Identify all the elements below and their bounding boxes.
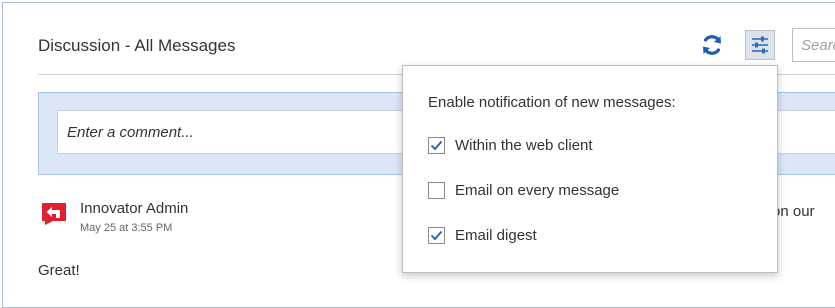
option-label: Email digest [455,226,537,244]
search-input[interactable] [792,28,835,62]
message-timestamp: May 25 at 3:55 PM [80,222,173,234]
option-within-web-client[interactable]: Within the web client [428,134,593,156]
page-title: Discussion - All Messages [38,36,236,55]
message-author: Innovator Admin [80,200,189,217]
checkbox-email-every-message[interactable] [428,181,445,199]
option-email-digest[interactable]: Email digest [428,224,537,246]
reply-arrow-icon [42,203,66,225]
notification-settings-popup: Enable notification of new messages: Wit… [402,65,778,273]
check-icon [430,230,443,240]
option-label: Email on every message [455,181,620,199]
message-overflow-text: on our [772,203,815,220]
popup-heading: Enable notification of new messages: [428,94,676,111]
option-email-every-message[interactable]: Email on every message [428,179,619,201]
checkbox-email-digest[interactable] [428,226,445,244]
check-icon [430,140,443,150]
checkbox-within-web-client[interactable] [428,136,445,154]
message-text: Great! [38,262,80,279]
refresh-icon[interactable] [700,33,724,57]
settings-sliders-icon[interactable] [745,30,775,60]
option-label: Within the web client [455,136,593,154]
